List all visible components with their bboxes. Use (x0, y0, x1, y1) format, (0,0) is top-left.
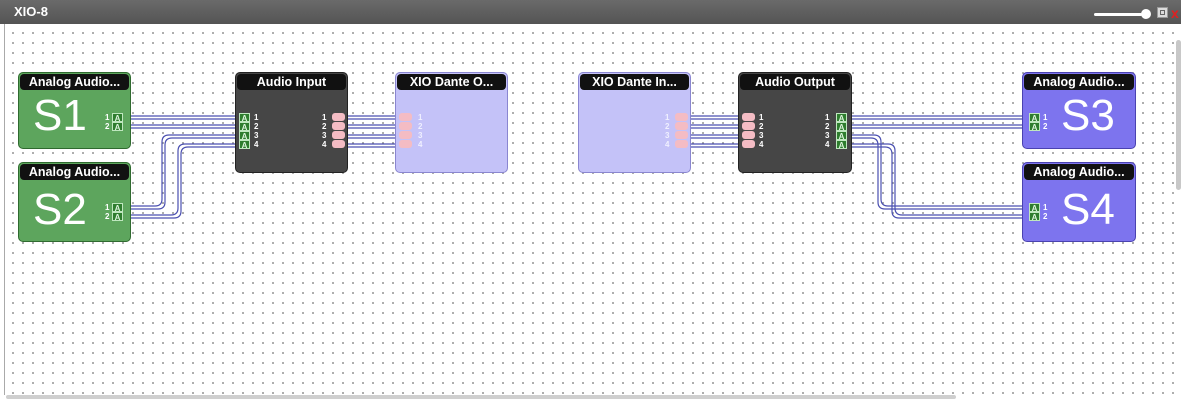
input-pin-3[interactable]: A (239, 131, 250, 141)
pin-number: 2 (1043, 122, 1048, 131)
input-pin-1[interactable]: A (1029, 203, 1040, 213)
pin-number: 3 (825, 131, 830, 140)
analog-audio-source-block-s2[interactable]: Analog Audio... S2 1 A 2 A (18, 162, 131, 242)
input-pin-1[interactable]: A (239, 113, 250, 123)
output-pin-2[interactable] (675, 122, 688, 130)
pin-number: 2 (825, 122, 830, 131)
block-header: Analog Audio... (1024, 74, 1134, 90)
output-pin-1[interactable] (332, 113, 345, 121)
vertical-scrollbar[interactable] (1176, 40, 1181, 190)
block-header: XIO Dante O... (397, 74, 506, 90)
pin-number: 1 (105, 203, 110, 212)
block-label: S4 (1061, 185, 1115, 234)
maximize-icon[interactable] (1157, 7, 1168, 18)
output-pin-3[interactable] (675, 131, 688, 139)
audio-output-block[interactable]: Audio Output 1 2 3 4 1 A 2 A 3 A 4 A (738, 72, 852, 173)
pin-number: 2 (1043, 212, 1048, 221)
block-header: Audio Input (237, 74, 346, 90)
output-pin-1[interactable] (675, 113, 688, 121)
pin-number: 4 (665, 140, 670, 149)
output-pin-3[interactable]: A (836, 131, 847, 141)
pin-number: 3 (759, 131, 764, 140)
pin-number: 3 (254, 131, 259, 140)
window-title: XIO-8 (14, 4, 48, 19)
horizontal-scrollbar[interactable] (6, 395, 956, 399)
pin-number: 1 (322, 113, 327, 122)
output-pin-2[interactable] (332, 122, 345, 130)
output-pin-2[interactable]: A (836, 122, 847, 132)
pin-number: 1 (1043, 113, 1048, 122)
block-header: Audio Output (740, 74, 850, 90)
analog-audio-sink-block-s3[interactable]: Analog Audio... A 1 A 2 S3 (1022, 72, 1136, 149)
pin-number: 1 (105, 113, 110, 122)
block-header: Analog Audio... (20, 74, 129, 90)
output-pin-4[interactable]: A (836, 140, 847, 150)
output-pin-4[interactable] (675, 140, 688, 148)
input-pin-2[interactable]: A (1029, 212, 1040, 222)
pin-number: 3 (665, 131, 670, 140)
input-pin-2[interactable]: A (239, 122, 250, 132)
input-pin-2[interactable] (742, 122, 755, 130)
block-header: Analog Audio... (20, 164, 129, 180)
block-label: S3 (1061, 91, 1115, 140)
pin-number: 1 (759, 113, 764, 122)
close-icon[interactable]: x (1171, 5, 1179, 21)
output-pin-3[interactable] (332, 131, 345, 139)
input-pin-4[interactable] (399, 140, 412, 148)
pin-number: 2 (322, 122, 327, 131)
pin-number: 1 (418, 113, 423, 122)
input-pin-1[interactable] (399, 113, 412, 121)
pin-number: 4 (418, 140, 423, 149)
block-label: S2 (33, 185, 87, 234)
pin-number: 1 (665, 113, 670, 122)
input-pin-1[interactable] (742, 113, 755, 121)
pin-number: 2 (418, 122, 423, 131)
output-pin-1[interactable]: A (112, 113, 123, 123)
input-pin-2[interactable] (399, 122, 412, 130)
pin-number: 2 (254, 122, 259, 131)
output-pin-1[interactable]: A (836, 113, 847, 123)
xio-dante-output-block[interactable]: XIO Dante O... 1 2 3 4 (395, 72, 508, 173)
window-titlebar[interactable]: XIO-8 x (0, 0, 1181, 24)
pin-number: 1 (825, 113, 830, 122)
block-header: Analog Audio... (1024, 164, 1134, 180)
pin-number: 2 (665, 122, 670, 131)
output-pin-2[interactable]: A (112, 122, 123, 132)
pin-number: 2 (105, 122, 110, 131)
pin-number: 4 (254, 140, 259, 149)
pin-number: 4 (759, 140, 764, 149)
input-pin-3[interactable] (742, 131, 755, 139)
zoom-slider[interactable] (1094, 13, 1142, 16)
input-pin-2[interactable]: A (1029, 122, 1040, 132)
pin-number: 3 (322, 131, 327, 140)
pin-number: 2 (759, 122, 764, 131)
block-header: XIO Dante In... (580, 74, 689, 90)
output-pin-2[interactable]: A (112, 212, 123, 222)
block-label: S1 (33, 91, 87, 140)
input-pin-3[interactable] (399, 131, 412, 139)
input-pin-4[interactable]: A (239, 140, 250, 150)
xio-dante-input-block[interactable]: XIO Dante In... 1 2 3 4 (578, 72, 691, 173)
pin-number: 3 (418, 131, 423, 140)
pin-number: 4 (322, 140, 327, 149)
zoom-slider-thumb[interactable] (1141, 9, 1151, 19)
pin-number: 1 (254, 113, 259, 122)
audio-input-block[interactable]: Audio Input A 1 A 2 A 3 A 4 1 2 3 4 (235, 72, 348, 173)
input-pin-1[interactable]: A (1029, 113, 1040, 123)
analog-audio-sink-block-s4[interactable]: Analog Audio... A 1 A 2 S4 (1022, 162, 1136, 242)
output-pin-1[interactable]: A (112, 203, 123, 213)
pin-number: 4 (825, 140, 830, 149)
output-pin-4[interactable] (332, 140, 345, 148)
analog-audio-source-block-s1[interactable]: Analog Audio... S1 1 A 2 A (18, 72, 131, 149)
pin-number: 1 (1043, 203, 1048, 212)
pin-number: 2 (105, 212, 110, 221)
input-pin-4[interactable] (742, 140, 755, 148)
